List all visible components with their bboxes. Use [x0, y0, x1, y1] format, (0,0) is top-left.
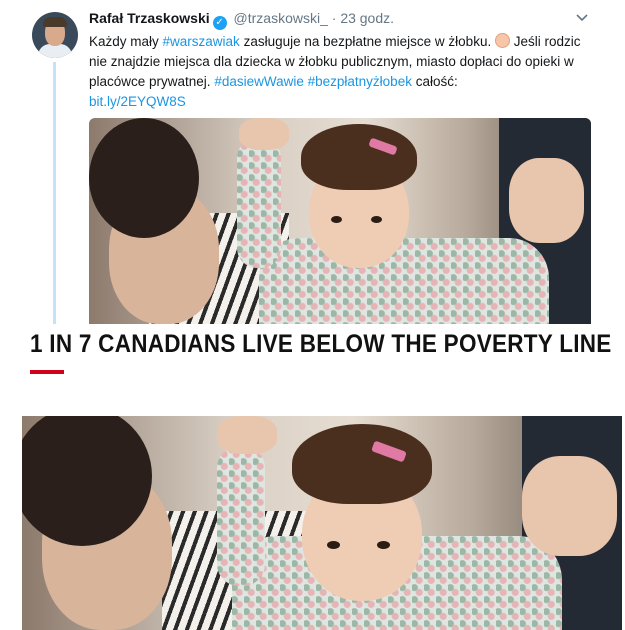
headline-accent-bar [30, 370, 64, 374]
adult-hand [239, 118, 289, 150]
baby-arm [237, 138, 281, 268]
hashtag-link[interactable]: #dasiewWawie [214, 74, 304, 89]
tweet-text-part: zasługuje na bezpłatne miejsce w żłobku. [239, 34, 495, 49]
adult-hand [509, 158, 584, 243]
tweet-text-part: całość: [411, 74, 458, 89]
tweet-text: Każdy mały #warszawiak zasługuje na bezp… [89, 32, 589, 112]
baby-hair [292, 424, 432, 504]
baby-eye [327, 541, 340, 549]
baby-arm [217, 446, 265, 586]
time-separator: · [331, 10, 337, 26]
tweet-header: Rafał Trzaskowski ✓ @trzaskowski_ · 23 go… [89, 10, 394, 30]
verified-badge-icon: ✓ [212, 16, 227, 30]
article-link[interactable]: bit.ly/2EYQW8S [89, 94, 186, 109]
baby-eye [377, 541, 390, 549]
author-avatar[interactable] [32, 12, 78, 58]
article-headline[interactable]: 1 IN 7 CANADIANS LIVE BELOW THE POVERTY … [30, 330, 612, 359]
baby-sweater [259, 238, 549, 324]
adult-hand [522, 456, 617, 556]
tweet-card[interactable]: Rafał Trzaskowski ✓ @trzaskowski_ · 23 go… [0, 0, 625, 330]
chevron-down-icon[interactable] [575, 10, 589, 24]
thread-line [53, 62, 56, 324]
avatar-shirt [38, 44, 72, 58]
hashtag-link[interactable]: #warszawiak [163, 34, 240, 49]
tweet-text-part: Każdy mały [89, 34, 163, 49]
baby-emoji-icon [494, 33, 510, 48]
mother-hair [89, 118, 199, 238]
tweet-photo[interactable] [89, 118, 591, 324]
baby-hair [301, 124, 417, 190]
article-photo[interactable] [22, 416, 622, 630]
tweet-time[interactable]: 23 godz. [340, 10, 394, 26]
author-handle[interactable]: @trzaskowski_ [234, 10, 328, 26]
adult-hand [217, 416, 277, 454]
baby-eye [331, 216, 342, 223]
author-name[interactable]: Rafał Trzaskowski [89, 10, 210, 26]
hashtag-link[interactable]: #bezpłatnyżłobek [308, 74, 412, 89]
avatar-hair [43, 17, 67, 27]
baby-eye [371, 216, 382, 223]
